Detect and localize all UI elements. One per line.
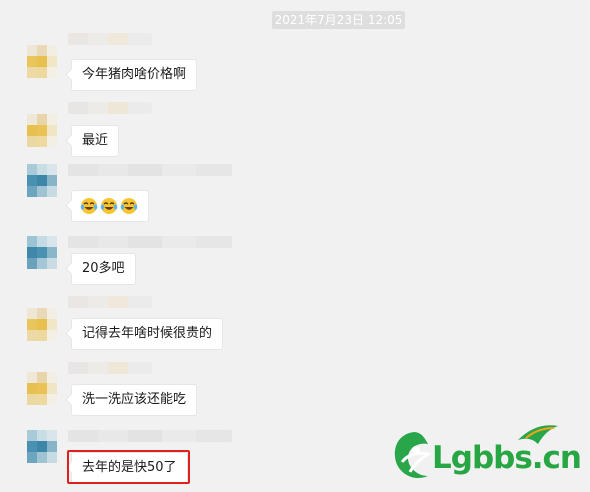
blurred-sender-name [68, 33, 152, 45]
tears-of-joy-emoji-icon [100, 197, 118, 214]
chat-message: 记得去年啥时候很贵的 [0, 296, 590, 356]
chat-message: 今年猪肉啥价格啊 [0, 33, 590, 93]
avatar[interactable] [27, 45, 57, 79]
blurred-sender-name [68, 102, 152, 114]
blurred-sender-name [68, 164, 232, 176]
message-bubble[interactable]: 20多吧 [71, 253, 136, 285]
message-bubble[interactable]: 今年猪肉啥价格啊 [71, 59, 198, 91]
tears-of-joy-emoji-icon [80, 197, 98, 214]
avatar[interactable] [27, 114, 57, 148]
blurred-sender-name [68, 296, 152, 308]
watermark: Lgbbs.cn [388, 422, 584, 486]
message-timestamp: 2021年7月23日 12:05 [272, 11, 405, 29]
tears-of-joy-emoji-icon [120, 197, 138, 214]
avatar[interactable] [27, 236, 57, 270]
chat-message: 洗一洗应该还能吃 [0, 362, 590, 422]
blurred-sender-name [68, 236, 232, 248]
message-bubble[interactable]: 洗一洗应该还能吃 [71, 384, 198, 416]
avatar[interactable] [27, 372, 57, 406]
red-highlight-box [67, 450, 190, 484]
chat-message: 最近 [0, 102, 590, 162]
message-bubble[interactable]: 最近 [71, 125, 120, 157]
watermark-text: Lgbbs.cn [432, 440, 582, 476]
blurred-sender-name [68, 362, 152, 374]
message-bubble[interactable]: 记得去年啥时候很贵的 [71, 318, 224, 350]
chat-message: 20多吧 [0, 232, 590, 292]
blurred-sender-name [68, 430, 232, 442]
avatar[interactable] [27, 308, 57, 342]
message-bubble[interactable] [71, 190, 149, 222]
avatar[interactable] [27, 430, 57, 464]
chat-message [0, 160, 590, 222]
avatar[interactable] [27, 164, 57, 198]
